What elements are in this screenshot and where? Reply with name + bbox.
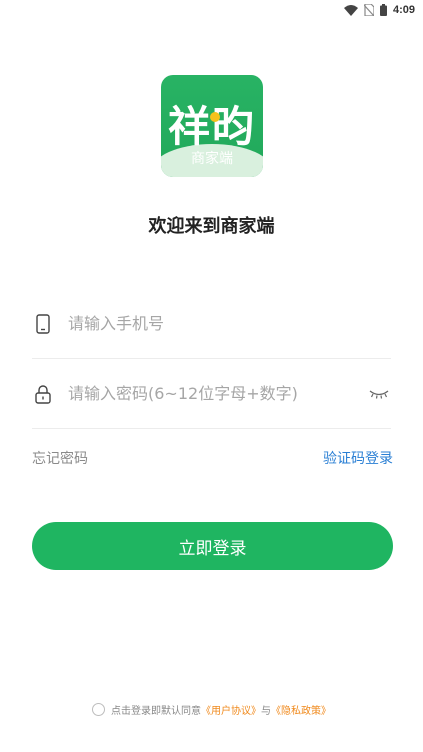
lock-icon xyxy=(32,383,54,405)
logo-pin-icon xyxy=(210,112,220,122)
user-agreement-link[interactable]: 《用户协议》 xyxy=(201,702,261,717)
agreement-row: 点击登录即默认同意 《用户协议》 与 《隐私政策》 xyxy=(0,702,423,717)
password-field-row xyxy=(32,359,391,429)
phone-input[interactable] xyxy=(68,314,391,333)
app-logo: 祥昀 商家端 xyxy=(161,75,263,177)
phone-field-row xyxy=(32,289,391,359)
forgot-password-link[interactable]: 忘记密码 xyxy=(32,448,88,468)
wifi-icon xyxy=(343,1,358,20)
sms-login-link[interactable]: 验证码登录 xyxy=(323,448,393,468)
login-button[interactable]: 立即登录 xyxy=(32,522,393,570)
welcome-title: 欢迎来到商家端 xyxy=(148,216,275,237)
agreement-prefix: 点击登录即默认同意 xyxy=(111,706,201,717)
password-input[interactable] xyxy=(68,384,367,403)
status-bar: 4:09 xyxy=(0,0,423,20)
logo-brand-text: 祥昀 xyxy=(167,102,256,151)
agreement-connector: 与 xyxy=(261,706,271,717)
eye-closed-icon[interactable] xyxy=(367,384,391,404)
auth-links-row: 忘记密码 验证码登录 xyxy=(32,448,393,468)
battery-icon xyxy=(379,1,387,20)
login-screen: 4:09 祥昀 商家端 欢迎来到商家端 请输入手机号 忘记密码 验证码登录 立即… xyxy=(0,0,423,752)
phone-icon xyxy=(32,313,54,335)
no-sim-icon xyxy=(363,1,375,20)
privacy-policy-link[interactable]: 《隐私政策》 xyxy=(271,702,331,717)
agreement-checkbox[interactable] xyxy=(92,703,105,716)
logo-subtitle: 商家端 xyxy=(191,151,233,167)
status-time: 4:09 xyxy=(392,4,415,16)
